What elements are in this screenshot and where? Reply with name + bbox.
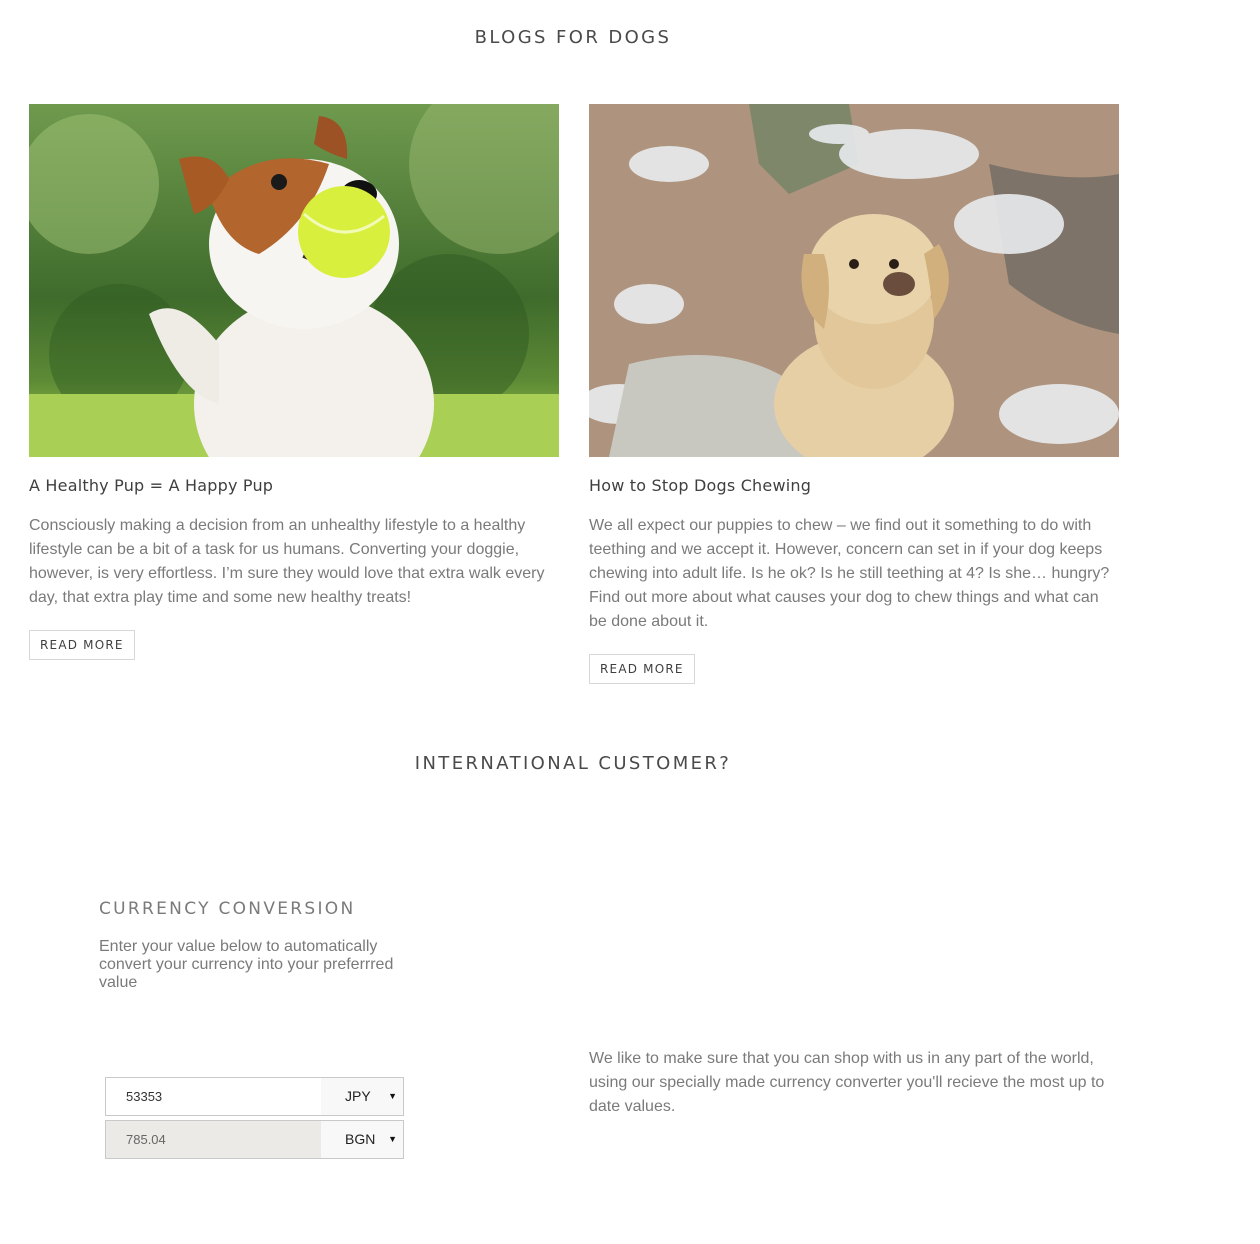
- currency-conversion-title: CURRENCY CONVERSION: [99, 899, 356, 919]
- read-more-button[interactable]: READ MORE: [589, 654, 695, 684]
- currency-conversion-description: Enter your value below to automatically …: [99, 938, 394, 991]
- dropdown-caret-icon: ▼: [388, 1134, 397, 1144]
- international-info-text: We like to make sure that you can shop w…: [589, 1050, 1105, 1115]
- blog-post-title[interactable]: How to Stop Dogs Chewing: [589, 476, 1119, 495]
- amount-from-input[interactable]: [106, 1078, 321, 1115]
- blog-image-terrier[interactable]: [29, 104, 559, 457]
- blogs-section-title: BLOGS FOR DOGS: [474, 27, 672, 48]
- blog-card: How to Stop Dogs Chewing We all expect o…: [589, 104, 1119, 684]
- international-section-title: INTERNATIONAL CUSTOMER?: [414, 753, 732, 774]
- blog-post-excerpt: Consciously making a decision from an un…: [29, 517, 545, 606]
- amount-to-output: [106, 1121, 321, 1158]
- blog-post-title[interactable]: A Healthy Pup = A Happy Pup: [29, 476, 559, 495]
- blog-image-labrador[interactable]: [589, 104, 1119, 457]
- blog-card: A Healthy Pup = A Happy Pup Consciously …: [29, 104, 559, 660]
- currency-to-row: BGN ▼: [105, 1120, 404, 1159]
- currency-from-select[interactable]: JPY ▼: [321, 1078, 403, 1115]
- currency-to-select[interactable]: BGN ▼: [321, 1121, 403, 1158]
- currency-to-code: BGN: [345, 1131, 376, 1147]
- dropdown-caret-icon: ▼: [388, 1091, 397, 1101]
- currency-from-row: JPY ▼: [105, 1077, 404, 1116]
- blog-post-excerpt: We all expect our puppies to chew – we f…: [589, 517, 1110, 630]
- read-more-button[interactable]: READ MORE: [29, 630, 135, 660]
- currency-from-code: JPY: [345, 1088, 371, 1104]
